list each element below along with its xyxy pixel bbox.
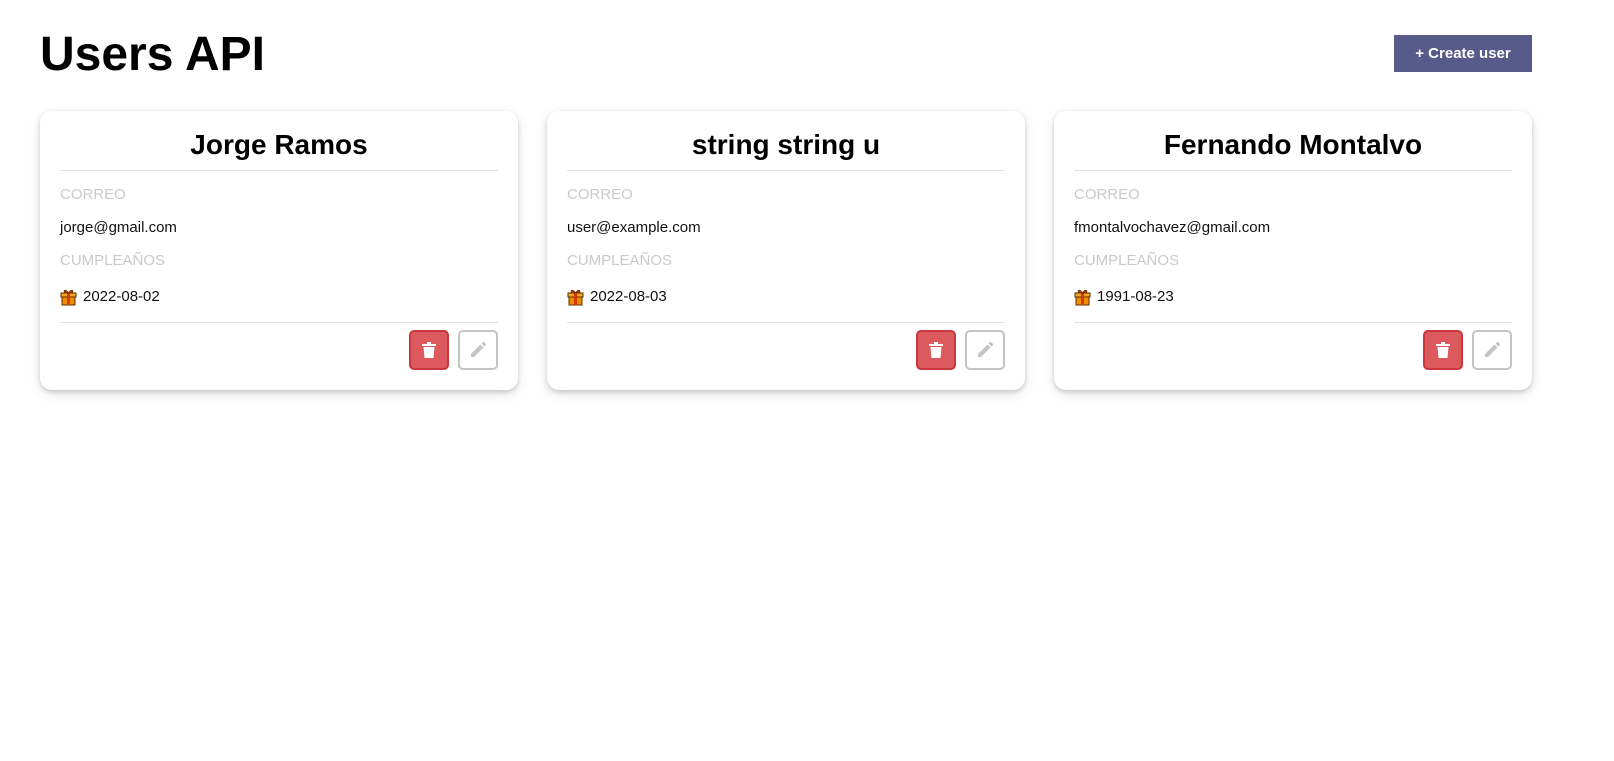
card-divider: [60, 322, 498, 323]
user-birthday: 2022-08-02: [83, 288, 160, 305]
trash-icon: [422, 342, 436, 358]
card-divider: [567, 170, 1005, 171]
email-label: CORREO: [567, 186, 633, 203]
birthday-label: CUMPLEAÑOS: [567, 252, 673, 269]
user-name: string string u: [691, 129, 881, 160]
birthday-row: 2022-08-02: [60, 287, 160, 307]
card-divider: [1074, 170, 1512, 171]
pencil-icon: [470, 342, 486, 358]
gift-icon: [1074, 288, 1091, 306]
gift-icon: [567, 288, 584, 306]
birthday-label: CUMPLEAÑOS: [60, 252, 166, 269]
page-title: Users API: [40, 28, 265, 81]
card-divider: [567, 322, 1005, 323]
user-birthday: 1991-08-23: [1097, 288, 1174, 305]
delete-user-button[interactable]: [409, 330, 449, 370]
trash-icon: [1436, 342, 1450, 358]
birthday-label: CUMPLEAÑOS: [1074, 252, 1180, 269]
user-card: string string u CORREO user@example.com …: [547, 111, 1025, 390]
user-name: Jorge Ramos: [190, 129, 368, 160]
gift-icon: [60, 288, 77, 306]
user-card-list: Jorge Ramos CORREO jorge@gmail.com CUMPL…: [40, 111, 1532, 391]
email-label: CORREO: [60, 186, 126, 203]
email-label: CORREO: [1074, 186, 1140, 203]
create-user-button[interactable]: + Create user: [1394, 35, 1532, 72]
card-divider: [1074, 322, 1512, 323]
pencil-icon: [1484, 342, 1500, 358]
card-divider: [60, 170, 498, 171]
edit-user-button[interactable]: [458, 330, 498, 370]
edit-user-button[interactable]: [1472, 330, 1512, 370]
birthday-row: 2022-08-03: [567, 287, 667, 307]
birthday-row: 1991-08-23: [1074, 287, 1174, 307]
page-header: Users API + Create user: [40, 24, 1532, 84]
trash-icon: [929, 342, 943, 358]
user-email: jorge@gmail.com: [60, 219, 177, 236]
user-email: user@example.com: [567, 219, 701, 236]
pencil-icon: [977, 342, 993, 358]
user-card: Fernando Montalvo CORREO fmontalvochavez…: [1054, 111, 1532, 390]
delete-user-button[interactable]: [1423, 330, 1463, 370]
user-card: Jorge Ramos CORREO jorge@gmail.com CUMPL…: [40, 111, 518, 390]
edit-user-button[interactable]: [965, 330, 1005, 370]
user-name: Fernando Montalvo: [1163, 129, 1423, 160]
user-birthday: 2022-08-03: [590, 288, 667, 305]
delete-user-button[interactable]: [916, 330, 956, 370]
user-email: fmontalvochavez@gmail.com: [1074, 219, 1271, 236]
